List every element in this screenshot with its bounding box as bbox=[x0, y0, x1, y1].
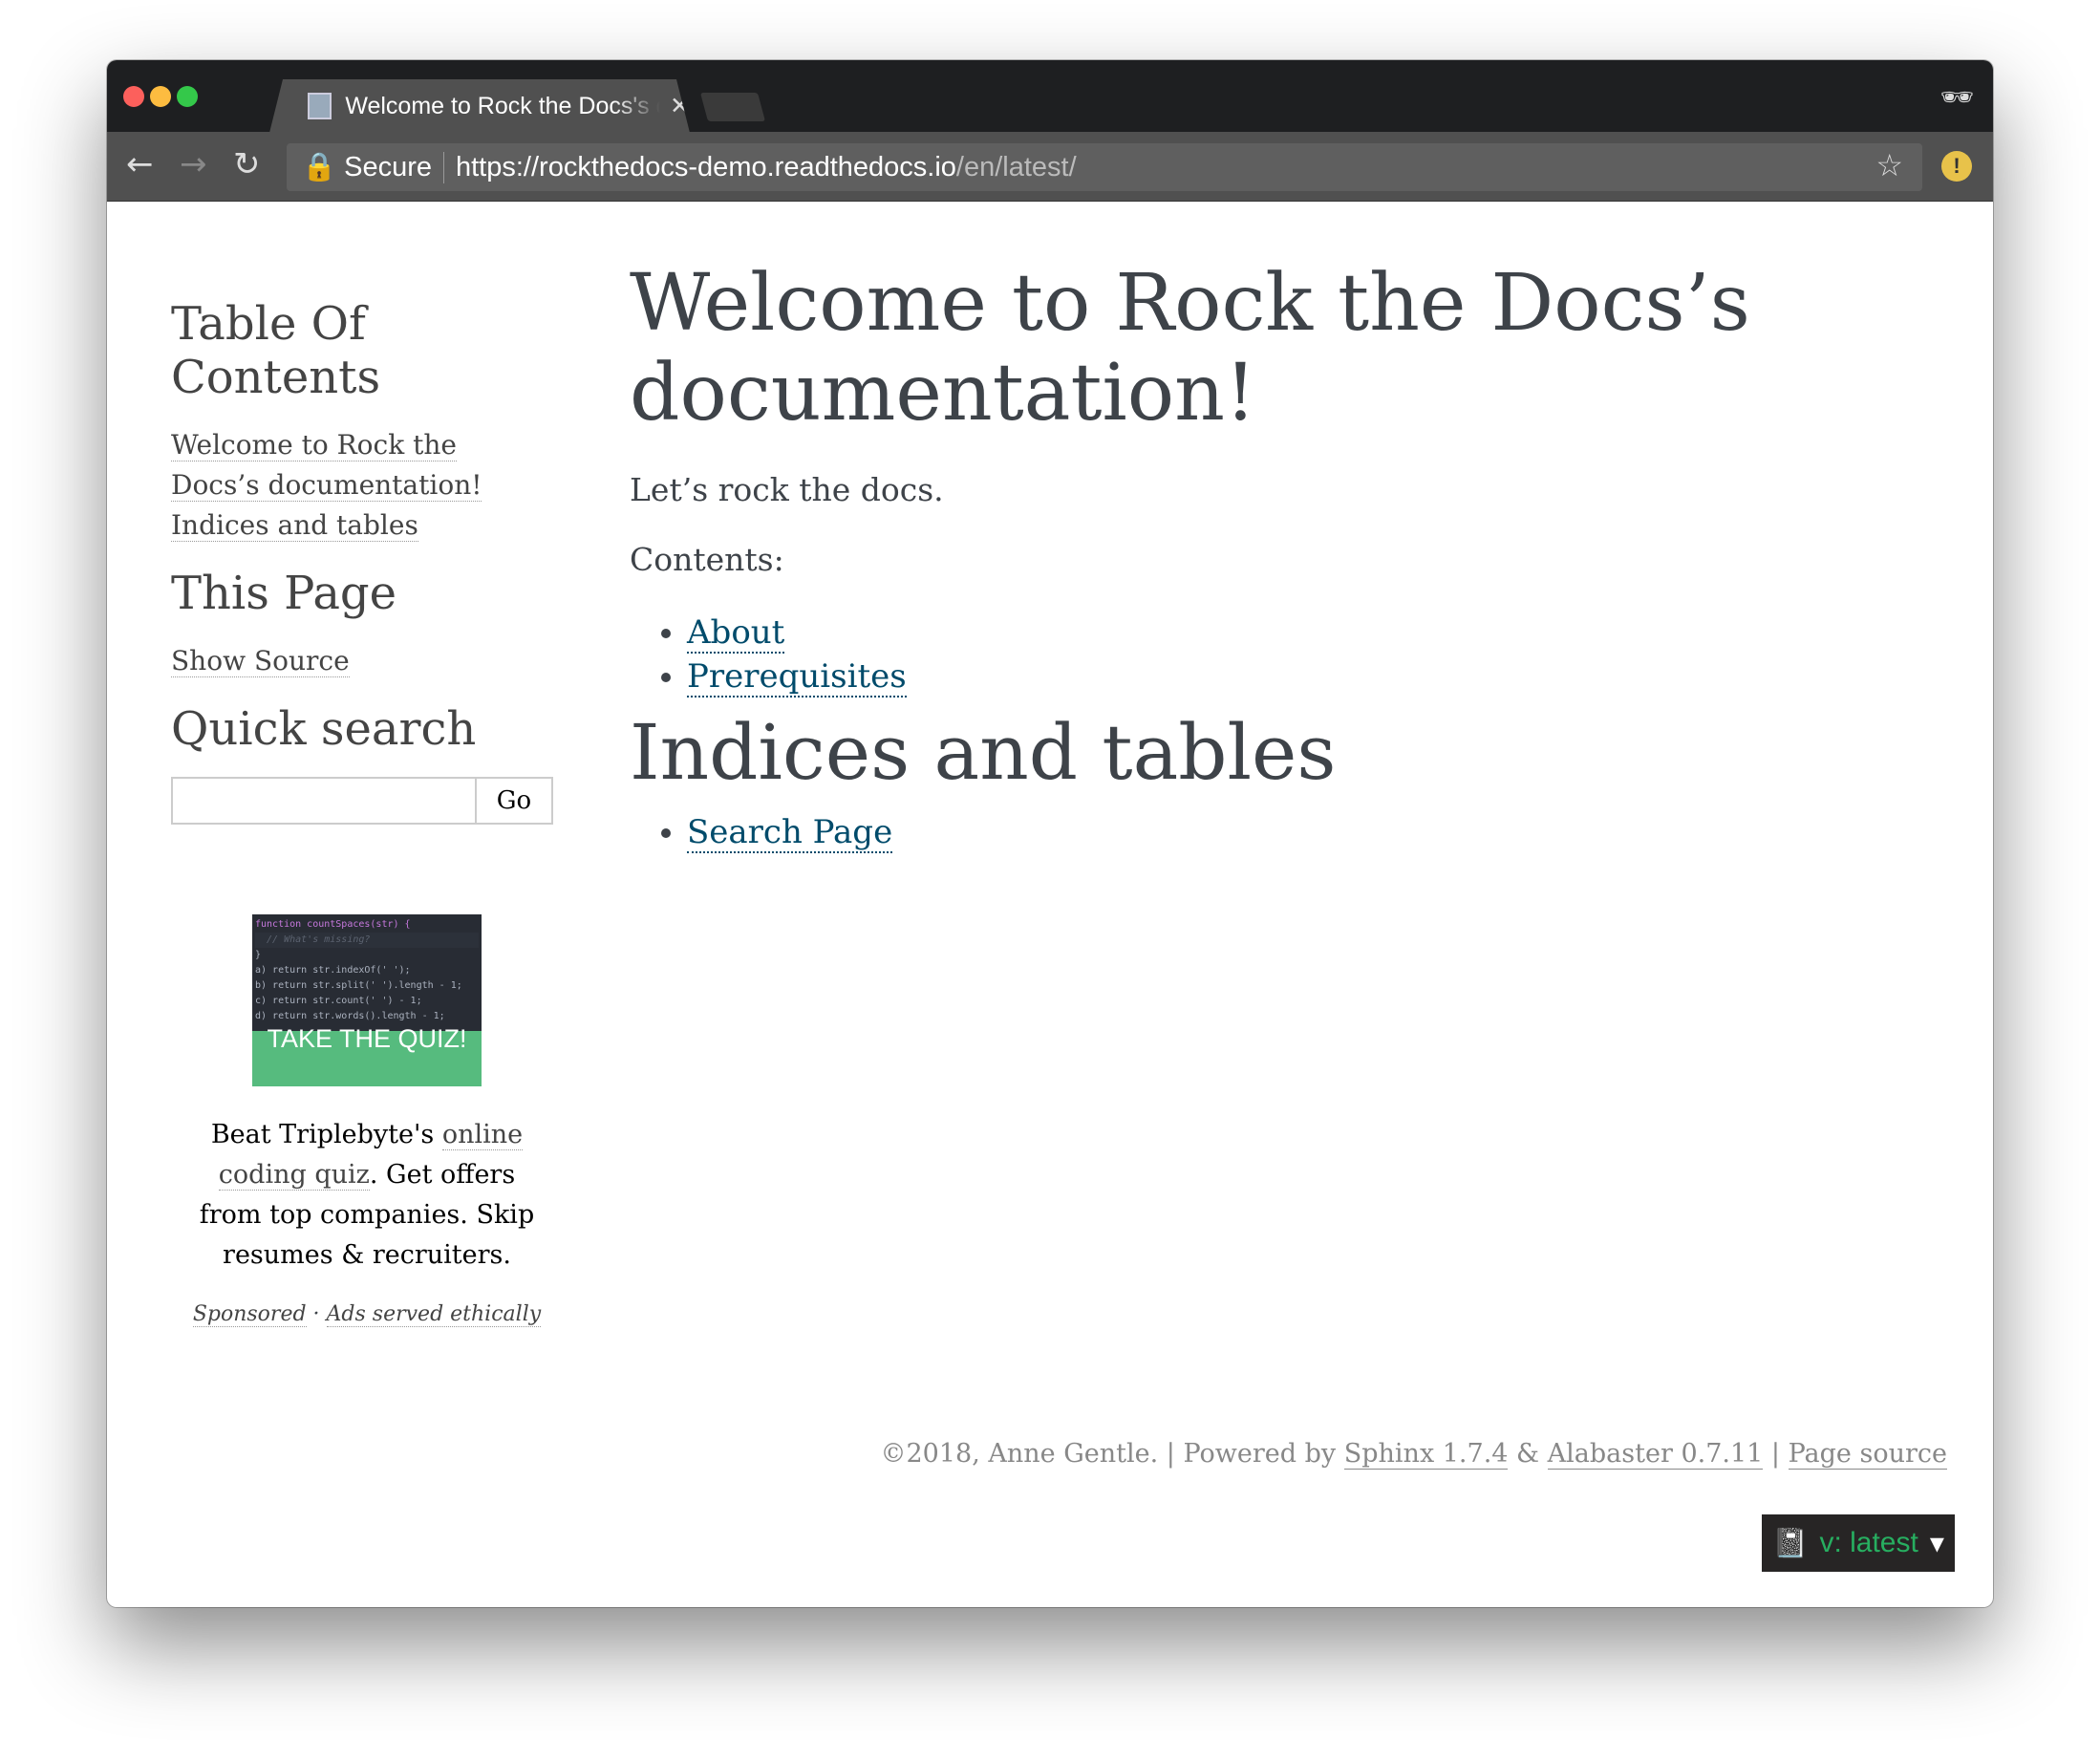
take-quiz-banner[interactable]: TAKE THE QUIZ! bbox=[252, 1026, 482, 1086]
version-selector[interactable]: 📓 v: latest ▾ bbox=[1762, 1514, 1955, 1572]
page-content: Table Of Contents Welcome to Rock the Do… bbox=[107, 202, 1993, 1607]
incognito-icon: 🕶 bbox=[1939, 81, 1974, 113]
list-item: About bbox=[687, 611, 1872, 655]
secure-label: Secure bbox=[344, 151, 444, 183]
copyright: ©2018, Anne Gentle. bbox=[880, 1439, 1159, 1469]
quick-search-form: Go bbox=[171, 777, 553, 825]
version-label: v: latest bbox=[1819, 1527, 1918, 1558]
bookmark-star-icon[interactable]: ☆ bbox=[1875, 147, 1903, 183]
tab-title: Welcome to Rock the Docs's documentation… bbox=[345, 92, 650, 119]
page-source-link[interactable]: Page source bbox=[1788, 1439, 1947, 1470]
minimize-window-button[interactable] bbox=[150, 86, 171, 107]
ampersand: & bbox=[1508, 1439, 1548, 1469]
main-content: Welcome to Rock the Docs’s documentation… bbox=[630, 259, 1872, 854]
close-tab-icon[interactable]: ✕ bbox=[670, 92, 690, 120]
address-bar[interactable]: 🔒 Secure https://rockthedocs-demo.readth… bbox=[287, 143, 1922, 191]
toc-link-indices[interactable]: Indices and tables bbox=[171, 509, 418, 542]
this-page-heading: This Page bbox=[171, 567, 397, 620]
list-item: Prerequisites bbox=[687, 655, 1872, 698]
caret-down-icon: ▾ bbox=[1929, 1527, 1944, 1559]
code-line: d) return str.words().length - 1; bbox=[255, 1011, 445, 1021]
new-tab-button[interactable] bbox=[699, 93, 766, 121]
close-window-button[interactable] bbox=[123, 86, 144, 107]
powered-by: | Powered by bbox=[1158, 1439, 1344, 1469]
sidebar: Table Of Contents Welcome to Rock the Do… bbox=[171, 297, 553, 825]
sponsored-line: Sponsored · Ads served ethically bbox=[185, 1302, 548, 1327]
code-line: b) return str.split(' ').length - 1; bbox=[255, 980, 462, 991]
prerequisites-link[interactable]: Prerequisites bbox=[687, 657, 907, 698]
code-line: function countSpaces(str) { bbox=[255, 919, 411, 930]
forward-icon[interactable]: → bbox=[180, 145, 207, 183]
tab-bar: Welcome to Rock the Docs's documentation… bbox=[107, 60, 1993, 132]
code-line: a) return str.indexOf(' '); bbox=[255, 965, 411, 976]
book-icon: 📓 bbox=[1772, 1527, 1809, 1559]
ad-text-pre: Beat Triplebyte's bbox=[210, 1120, 442, 1149]
quick-search-heading: Quick search bbox=[171, 702, 477, 756]
maximize-window-button[interactable] bbox=[177, 86, 198, 107]
toc-heading: Table Of Contents bbox=[171, 297, 381, 404]
alabaster-link[interactable]: Alabaster 0.7.11 bbox=[1547, 1439, 1764, 1470]
code-line: } bbox=[255, 950, 262, 960]
sphinx-link[interactable]: Sphinx 1.7.4 bbox=[1343, 1439, 1509, 1470]
browser-tab[interactable]: Welcome to Rock the Docs's documentation… bbox=[269, 79, 690, 133]
browser-window: Welcome to Rock the Docs's documentation… bbox=[107, 60, 1993, 1607]
sponsored-link[interactable]: Sponsored bbox=[192, 1302, 307, 1327]
separator: · bbox=[306, 1302, 327, 1326]
lock-icon: 🔒 bbox=[302, 152, 337, 182]
toc-link-welcome[interactable]: Welcome to Rock the Docs’s documentation… bbox=[171, 429, 482, 502]
code-line: c) return str.count(' ') - 1; bbox=[255, 996, 422, 1006]
indices-list: Search Page bbox=[687, 810, 1872, 854]
about-link[interactable]: About bbox=[687, 613, 785, 654]
go-button[interactable]: Go bbox=[475, 777, 553, 825]
contents-list: About Prerequisites bbox=[687, 611, 1872, 698]
footer: ©2018, Anne Gentle. | Powered by Sphinx … bbox=[880, 1439, 1947, 1470]
show-source-link[interactable]: Show Source bbox=[171, 645, 350, 677]
search-page-link[interactable]: Search Page bbox=[687, 813, 893, 853]
contents-label: Contents: bbox=[630, 541, 784, 578]
search-input[interactable] bbox=[171, 777, 475, 825]
intro-text: Let’s rock the docs. bbox=[630, 471, 944, 508]
separator: | bbox=[1763, 1439, 1789, 1469]
favicon-icon bbox=[308, 93, 332, 119]
quiz-ad-image[interactable]: function countSpaces(str) { // What's mi… bbox=[252, 914, 482, 1086]
url-path: /en/latest/ bbox=[955, 151, 1077, 182]
code-line: // What's missing? bbox=[255, 933, 479, 948]
list-item: Search Page bbox=[687, 810, 1872, 854]
toolbar: ← → ↻ 🔒 Secure https://rockthedocs-demo.… bbox=[107, 132, 1993, 202]
indices-heading: Indices and tables bbox=[630, 708, 1337, 797]
reload-icon[interactable]: ↻ bbox=[233, 145, 261, 183]
ad-text: Beat Triplebyte's online coding quiz. Ge… bbox=[185, 1115, 548, 1276]
extension-warning-icon[interactable]: ! bbox=[1941, 151, 1972, 182]
sponsored-ad: function countSpaces(str) { // What's mi… bbox=[185, 914, 548, 1327]
ads-ethically-link[interactable]: Ads served ethically bbox=[326, 1302, 542, 1327]
back-icon[interactable]: ← bbox=[126, 145, 154, 183]
url-host: https://rockthedocs-demo.readthedocs.io bbox=[456, 151, 956, 182]
page-title: Welcome to Rock the Docs’s documentation… bbox=[630, 258, 1750, 439]
